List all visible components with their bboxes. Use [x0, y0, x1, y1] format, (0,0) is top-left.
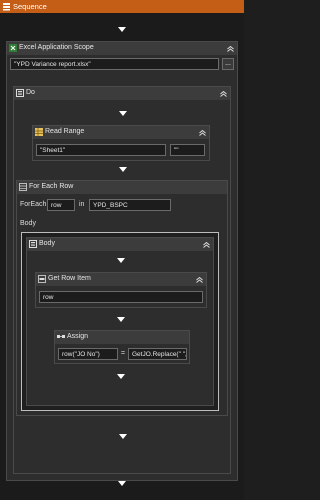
- workbook-path-field[interactable]: "YPD Variance report.xlsx": [10, 58, 219, 70]
- collapse-icon[interactable]: [219, 89, 228, 98]
- drop-arrow[interactable]: [117, 374, 125, 379]
- item-variable-field[interactable]: row: [47, 199, 75, 211]
- sequence-icon: [16, 89, 24, 97]
- get-row-item-icon: [38, 275, 46, 283]
- get-row-item-header[interactable]: Get Row Item: [36, 273, 206, 286]
- for-each-row-header[interactable]: For Each Row: [17, 181, 227, 194]
- drop-arrow[interactable]: [119, 434, 127, 439]
- excel-scope-header[interactable]: Excel Application Scope: [7, 42, 237, 55]
- do-title: Do: [26, 89, 35, 96]
- assign-activity[interactable]: Assign row("JO No") = GetJO.Replace(" ",…: [54, 330, 190, 364]
- excel-icon: [9, 44, 17, 52]
- for-each-row-activity[interactable]: For Each Row ForEach row in YPD_BSPC Bod…: [16, 180, 228, 416]
- for-each-row-icon: [19, 183, 27, 191]
- excel-application-scope[interactable]: Excel Application Scope "YPD Variance re…: [6, 41, 238, 481]
- assign-to-field[interactable]: row("JO No"): [58, 348, 118, 360]
- for-each-row-title: For Each Row: [29, 183, 74, 190]
- get-row-item-title: Get Row Item: [48, 275, 91, 282]
- collapse-icon[interactable]: [226, 44, 235, 53]
- sequence-title: Sequence: [13, 2, 47, 11]
- assign-value-field[interactable]: GetJO.Replace(" ",": [128, 348, 187, 360]
- drop-arrow[interactable]: [118, 27, 126, 32]
- body-title: Body: [39, 240, 55, 247]
- collapse-icon[interactable]: [198, 128, 207, 137]
- equals-sign: =: [121, 350, 126, 357]
- collapse-icon[interactable]: [202, 240, 211, 249]
- designer-canvas[interactable]: Excel Application Scope "YPD Variance re…: [0, 13, 244, 500]
- browse-button[interactable]: ...: [222, 58, 234, 70]
- get-row-item-activity[interactable]: Get Row Item row: [35, 272, 207, 308]
- table-icon: [35, 128, 43, 136]
- body-sequence[interactable]: Body Get Row Item row Assign row("JO No"…: [26, 237, 214, 406]
- drop-arrow[interactable]: [117, 258, 125, 263]
- drop-arrow[interactable]: [117, 317, 125, 322]
- range-field[interactable]: "": [170, 144, 205, 156]
- do-header[interactable]: Do: [14, 87, 230, 100]
- in-label: in: [79, 201, 85, 208]
- read-range-activity[interactable]: Read Range "Sheet1" "": [32, 125, 210, 161]
- foreach-label: ForEach: [20, 201, 47, 208]
- row-field[interactable]: row: [39, 291, 203, 303]
- drop-arrow[interactable]: [119, 167, 127, 172]
- sequence-icon: [29, 240, 37, 248]
- drop-arrow[interactable]: [118, 481, 126, 486]
- body-label: Body: [20, 220, 36, 227]
- do-block[interactable]: Do Read Range "Sheet1" "" For Each Row F…: [13, 86, 231, 474]
- assign-header[interactable]: Assign: [55, 331, 189, 344]
- collection-field[interactable]: YPD_BSPC: [89, 199, 171, 211]
- collapse-icon[interactable]: [195, 275, 204, 284]
- read-range-header[interactable]: Read Range: [33, 126, 209, 139]
- assign-icon: [57, 335, 65, 338]
- sheet-name-field[interactable]: "Sheet1": [36, 144, 166, 156]
- assign-title: Assign: [67, 333, 89, 340]
- drop-arrow[interactable]: [119, 111, 127, 116]
- read-range-title: Read Range: [45, 128, 85, 135]
- sequence-icon: [3, 3, 10, 11]
- body-header[interactable]: Body: [27, 238, 213, 251]
- designer-titlebar: Sequence: [0, 0, 244, 13]
- body-block[interactable]: Body Get Row Item row Assign row("JO No"…: [21, 232, 219, 411]
- excel-scope-title: Excel Application Scope: [19, 44, 94, 51]
